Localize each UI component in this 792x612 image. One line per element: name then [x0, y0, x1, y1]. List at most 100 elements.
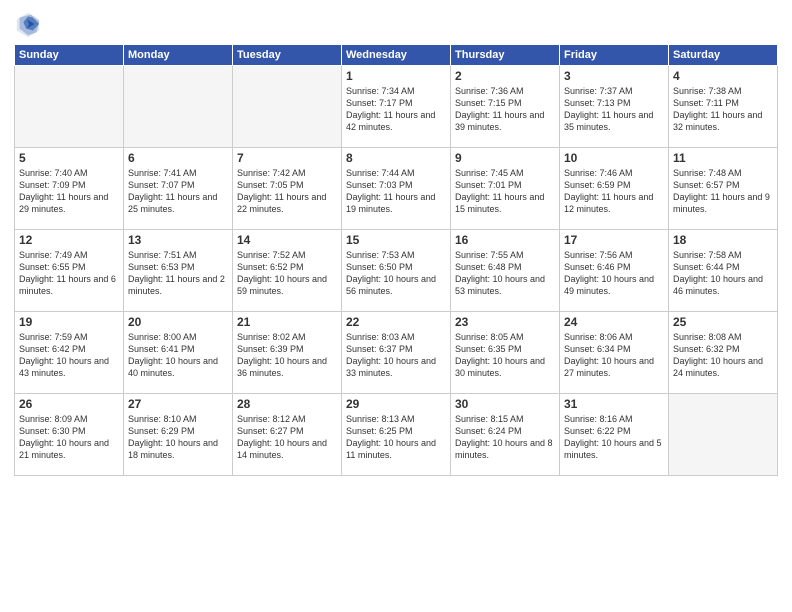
week-row-1: 5 Sunrise: 7:40 AM Sunset: 7:09 PM Daylig…: [15, 148, 778, 230]
day-cell: 1 Sunrise: 7:34 AM Sunset: 7:17 PM Daylig…: [342, 66, 451, 148]
day-cell: [124, 66, 233, 148]
day-number: 10: [564, 151, 664, 165]
day-number: 26: [19, 397, 119, 411]
day-info: Sunrise: 8:02 AM Sunset: 6:39 PM Dayligh…: [237, 331, 337, 380]
day-number: 12: [19, 233, 119, 247]
day-info: Sunrise: 7:42 AM Sunset: 7:05 PM Dayligh…: [237, 167, 337, 216]
day-number: 24: [564, 315, 664, 329]
day-number: 22: [346, 315, 446, 329]
day-number: 17: [564, 233, 664, 247]
day-info: Sunrise: 7:36 AM Sunset: 7:15 PM Dayligh…: [455, 85, 555, 134]
day-cell: 14 Sunrise: 7:52 AM Sunset: 6:52 PM Dayli…: [233, 230, 342, 312]
day-cell: 30 Sunrise: 8:15 AM Sunset: 6:24 PM Dayli…: [451, 394, 560, 476]
day-info: Sunrise: 8:05 AM Sunset: 6:35 PM Dayligh…: [455, 331, 555, 380]
day-cell: 11Sunrise: 7:48 AM Sunset: 6:57 PM Dayli…: [669, 148, 778, 230]
logo-icon: [14, 10, 42, 38]
day-cell: 7 Sunrise: 7:42 AM Sunset: 7:05 PM Daylig…: [233, 148, 342, 230]
day-cell: 21 Sunrise: 8:02 AM Sunset: 6:39 PM Dayli…: [233, 312, 342, 394]
day-number: 18: [673, 233, 773, 247]
day-cell: 31 Sunrise: 8:16 AM Sunset: 6:22 PM Dayli…: [560, 394, 669, 476]
week-row-0: 1 Sunrise: 7:34 AM Sunset: 7:17 PM Daylig…: [15, 66, 778, 148]
day-number: 5: [19, 151, 119, 165]
col-header-tuesday: Tuesday: [233, 45, 342, 66]
day-info: Sunrise: 7:41 AM Sunset: 7:07 PM Dayligh…: [128, 167, 228, 216]
day-cell: 3Sunrise: 7:37 AM Sunset: 7:13 PM Daylig…: [560, 66, 669, 148]
day-cell: [15, 66, 124, 148]
day-number: 13: [128, 233, 228, 247]
day-info: Sunrise: 7:53 AM Sunset: 6:50 PM Dayligh…: [346, 249, 446, 298]
day-info: Sunrise: 8:06 AM Sunset: 6:34 PM Dayligh…: [564, 331, 664, 380]
day-cell: 16Sunrise: 7:55 AM Sunset: 6:48 PM Dayli…: [451, 230, 560, 312]
calendar: SundayMondayTuesdayWednesdayThursdayFrid…: [14, 44, 778, 476]
day-number: 14: [237, 233, 337, 247]
day-number: 27: [128, 397, 228, 411]
day-number: 21: [237, 315, 337, 329]
day-cell: 26 Sunrise: 8:09 AM Sunset: 6:30 PM Dayli…: [15, 394, 124, 476]
day-info: Sunrise: 7:37 AM Sunset: 7:13 PM Dayligh…: [564, 85, 664, 134]
day-info: Sunrise: 7:58 AM Sunset: 6:44 PM Dayligh…: [673, 249, 773, 298]
day-info: Sunrise: 8:08 AM Sunset: 6:32 PM Dayligh…: [673, 331, 773, 380]
day-number: 28: [237, 397, 337, 411]
day-cell: 28 Sunrise: 8:12 AM Sunset: 6:27 PM Dayli…: [233, 394, 342, 476]
day-number: 8: [346, 151, 446, 165]
day-number: 30: [455, 397, 555, 411]
day-number: 29: [346, 397, 446, 411]
day-info: Sunrise: 7:40 AM Sunset: 7:09 PM Dayligh…: [19, 167, 119, 216]
day-cell: 10 Sunrise: 7:46 AM Sunset: 6:59 PM Dayli…: [560, 148, 669, 230]
day-cell: 20 Sunrise: 8:00 AM Sunset: 6:41 PM Dayli…: [124, 312, 233, 394]
day-info: Sunrise: 7:45 AM Sunset: 7:01 PM Dayligh…: [455, 167, 555, 216]
day-info: Sunrise: 7:44 AM Sunset: 7:03 PM Dayligh…: [346, 167, 446, 216]
day-number: 31: [564, 397, 664, 411]
day-info: Sunrise: 8:13 AM Sunset: 6:25 PM Dayligh…: [346, 413, 446, 462]
day-cell: 17 Sunrise: 7:56 AM Sunset: 6:46 PM Dayli…: [560, 230, 669, 312]
logo: [14, 10, 46, 38]
day-cell: 18 Sunrise: 7:58 AM Sunset: 6:44 PM Dayli…: [669, 230, 778, 312]
day-cell: 5 Sunrise: 7:40 AM Sunset: 7:09 PM Daylig…: [15, 148, 124, 230]
day-info: Sunrise: 8:16 AM Sunset: 6:22 PM Dayligh…: [564, 413, 664, 462]
day-info: Sunrise: 7:55 AM Sunset: 6:48 PM Dayligh…: [455, 249, 555, 298]
day-info: Sunrise: 7:52 AM Sunset: 6:52 PM Dayligh…: [237, 249, 337, 298]
day-info: Sunrise: 8:03 AM Sunset: 6:37 PM Dayligh…: [346, 331, 446, 380]
col-header-saturday: Saturday: [669, 45, 778, 66]
day-cell: 22 Sunrise: 8:03 AM Sunset: 6:37 PM Dayli…: [342, 312, 451, 394]
day-info: Sunrise: 7:38 AM Sunset: 7:11 PM Dayligh…: [673, 85, 773, 134]
day-cell: 8 Sunrise: 7:44 AM Sunset: 7:03 PM Daylig…: [342, 148, 451, 230]
day-number: 1: [346, 69, 446, 83]
day-number: 25: [673, 315, 773, 329]
day-info: Sunrise: 8:09 AM Sunset: 6:30 PM Dayligh…: [19, 413, 119, 462]
day-info: Sunrise: 8:15 AM Sunset: 6:24 PM Dayligh…: [455, 413, 555, 462]
week-row-3: 19 Sunrise: 7:59 AM Sunset: 6:42 PM Dayli…: [15, 312, 778, 394]
day-number: 2: [455, 69, 555, 83]
day-info: Sunrise: 7:51 AM Sunset: 6:53 PM Dayligh…: [128, 249, 228, 298]
day-info: Sunrise: 7:34 AM Sunset: 7:17 PM Dayligh…: [346, 85, 446, 134]
day-cell: 4 Sunrise: 7:38 AM Sunset: 7:11 PM Daylig…: [669, 66, 778, 148]
day-number: 7: [237, 151, 337, 165]
day-number: 6: [128, 151, 228, 165]
day-info: Sunrise: 8:12 AM Sunset: 6:27 PM Dayligh…: [237, 413, 337, 462]
calendar-header-row: SundayMondayTuesdayWednesdayThursdayFrid…: [15, 45, 778, 66]
header: [14, 10, 778, 38]
day-cell: [669, 394, 778, 476]
day-number: 4: [673, 69, 773, 83]
day-cell: 27Sunrise: 8:10 AM Sunset: 6:29 PM Dayli…: [124, 394, 233, 476]
day-cell: 23Sunrise: 8:05 AM Sunset: 6:35 PM Dayli…: [451, 312, 560, 394]
day-info: Sunrise: 7:59 AM Sunset: 6:42 PM Dayligh…: [19, 331, 119, 380]
day-cell: 9 Sunrise: 7:45 AM Sunset: 7:01 PM Daylig…: [451, 148, 560, 230]
col-header-friday: Friday: [560, 45, 669, 66]
day-number: 19: [19, 315, 119, 329]
day-number: 9: [455, 151, 555, 165]
week-row-2: 12 Sunrise: 7:49 AM Sunset: 6:55 PM Dayli…: [15, 230, 778, 312]
day-info: Sunrise: 7:56 AM Sunset: 6:46 PM Dayligh…: [564, 249, 664, 298]
day-info: Sunrise: 7:46 AM Sunset: 6:59 PM Dayligh…: [564, 167, 664, 216]
day-info: Sunrise: 7:49 AM Sunset: 6:55 PM Dayligh…: [19, 249, 119, 298]
day-info: Sunrise: 8:00 AM Sunset: 6:41 PM Dayligh…: [128, 331, 228, 380]
day-cell: 2 Sunrise: 7:36 AM Sunset: 7:15 PM Daylig…: [451, 66, 560, 148]
day-number: 15: [346, 233, 446, 247]
day-cell: 15 Sunrise: 7:53 AM Sunset: 6:50 PM Dayli…: [342, 230, 451, 312]
col-header-thursday: Thursday: [451, 45, 560, 66]
day-number: 20: [128, 315, 228, 329]
col-header-wednesday: Wednesday: [342, 45, 451, 66]
day-cell: 25 Sunrise: 8:08 AM Sunset: 6:32 PM Dayli…: [669, 312, 778, 394]
page: SundayMondayTuesdayWednesdayThursdayFrid…: [0, 0, 792, 612]
day-cell: 24 Sunrise: 8:06 AM Sunset: 6:34 PM Dayli…: [560, 312, 669, 394]
